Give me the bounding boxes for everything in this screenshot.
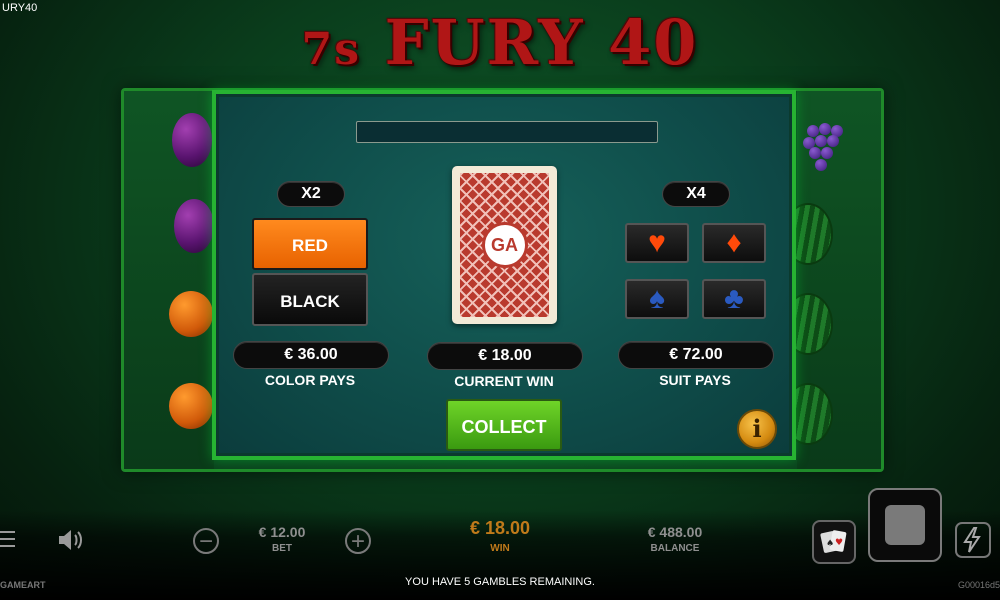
gameart-card-logo: GA bbox=[481, 222, 528, 268]
club-icon: ♣ bbox=[724, 282, 744, 315]
suit-pays-value: € 72.00 bbox=[618, 341, 774, 369]
plum-symbol bbox=[172, 113, 212, 167]
balance-value: € 488.00 bbox=[647, 524, 703, 540]
hearts-button[interactable]: ♥ bbox=[625, 223, 689, 263]
card-back: GA bbox=[460, 173, 549, 317]
build-id: G00016d5 bbox=[957, 580, 1000, 590]
red-button[interactable]: RED bbox=[252, 218, 368, 270]
color-pays-value: € 36.00 bbox=[233, 341, 389, 369]
bet-value: € 12.00 bbox=[258, 524, 306, 540]
brand-logo: GAMEART bbox=[0, 580, 46, 590]
reel-right bbox=[783, 91, 881, 469]
bet-label: BET bbox=[272, 543, 292, 554]
suit-multiplier: X4 bbox=[662, 181, 730, 207]
turbo-icon[interactable] bbox=[955, 522, 991, 558]
spin-stop-icon bbox=[885, 505, 925, 545]
gambles-remaining-message: YOU HAVE 5 GAMBLES REMAINING. bbox=[405, 576, 595, 588]
black-button[interactable]: BLACK bbox=[252, 273, 368, 326]
collect-button[interactable]: COLLECT bbox=[446, 399, 562, 451]
menu-icon[interactable] bbox=[0, 528, 18, 550]
reel-left bbox=[124, 91, 214, 469]
grapes-symbol bbox=[801, 119, 849, 179]
game-logo: 7s FURY 40 bbox=[301, 6, 699, 79]
win-label: WIN bbox=[490, 543, 510, 554]
info-icon[interactable]: i bbox=[737, 409, 777, 449]
sound-icon[interactable] bbox=[57, 528, 85, 552]
current-win-label: CURRENT WIN bbox=[454, 373, 554, 389]
clubs-button[interactable]: ♣ bbox=[702, 279, 766, 319]
orange-symbol bbox=[169, 383, 213, 429]
minus-icon[interactable]: − bbox=[193, 528, 219, 554]
orange-symbol bbox=[169, 291, 213, 337]
spades-button[interactable]: ♠ bbox=[625, 279, 689, 319]
spade-icon: ♠ bbox=[649, 282, 665, 315]
color-pays-label: COLOR PAYS bbox=[264, 372, 356, 388]
svg-text:♠: ♠ bbox=[826, 539, 834, 549]
balance-label: BALANCE bbox=[650, 543, 700, 554]
diamonds-button[interactable]: ♦ bbox=[702, 223, 766, 263]
heart-icon: ♥ bbox=[648, 226, 666, 259]
gamble-cards-icon[interactable]: ♠ ♥ bbox=[812, 520, 856, 564]
spin-stop-button[interactable] bbox=[868, 488, 942, 562]
win-value: € 18.00 bbox=[469, 518, 531, 538]
plum-symbol bbox=[174, 199, 214, 253]
suit-pays-label: SUIT PAYS bbox=[659, 372, 731, 388]
svg-text:♥: ♥ bbox=[835, 538, 843, 548]
color-multiplier: X2 bbox=[277, 181, 345, 207]
current-win-value: € 18.00 bbox=[427, 342, 583, 370]
card-history-bar bbox=[356, 121, 658, 143]
plus-icon[interactable]: + bbox=[345, 528, 371, 554]
gamble-card: GA bbox=[452, 166, 557, 324]
diamond-icon: ♦ bbox=[726, 226, 742, 259]
